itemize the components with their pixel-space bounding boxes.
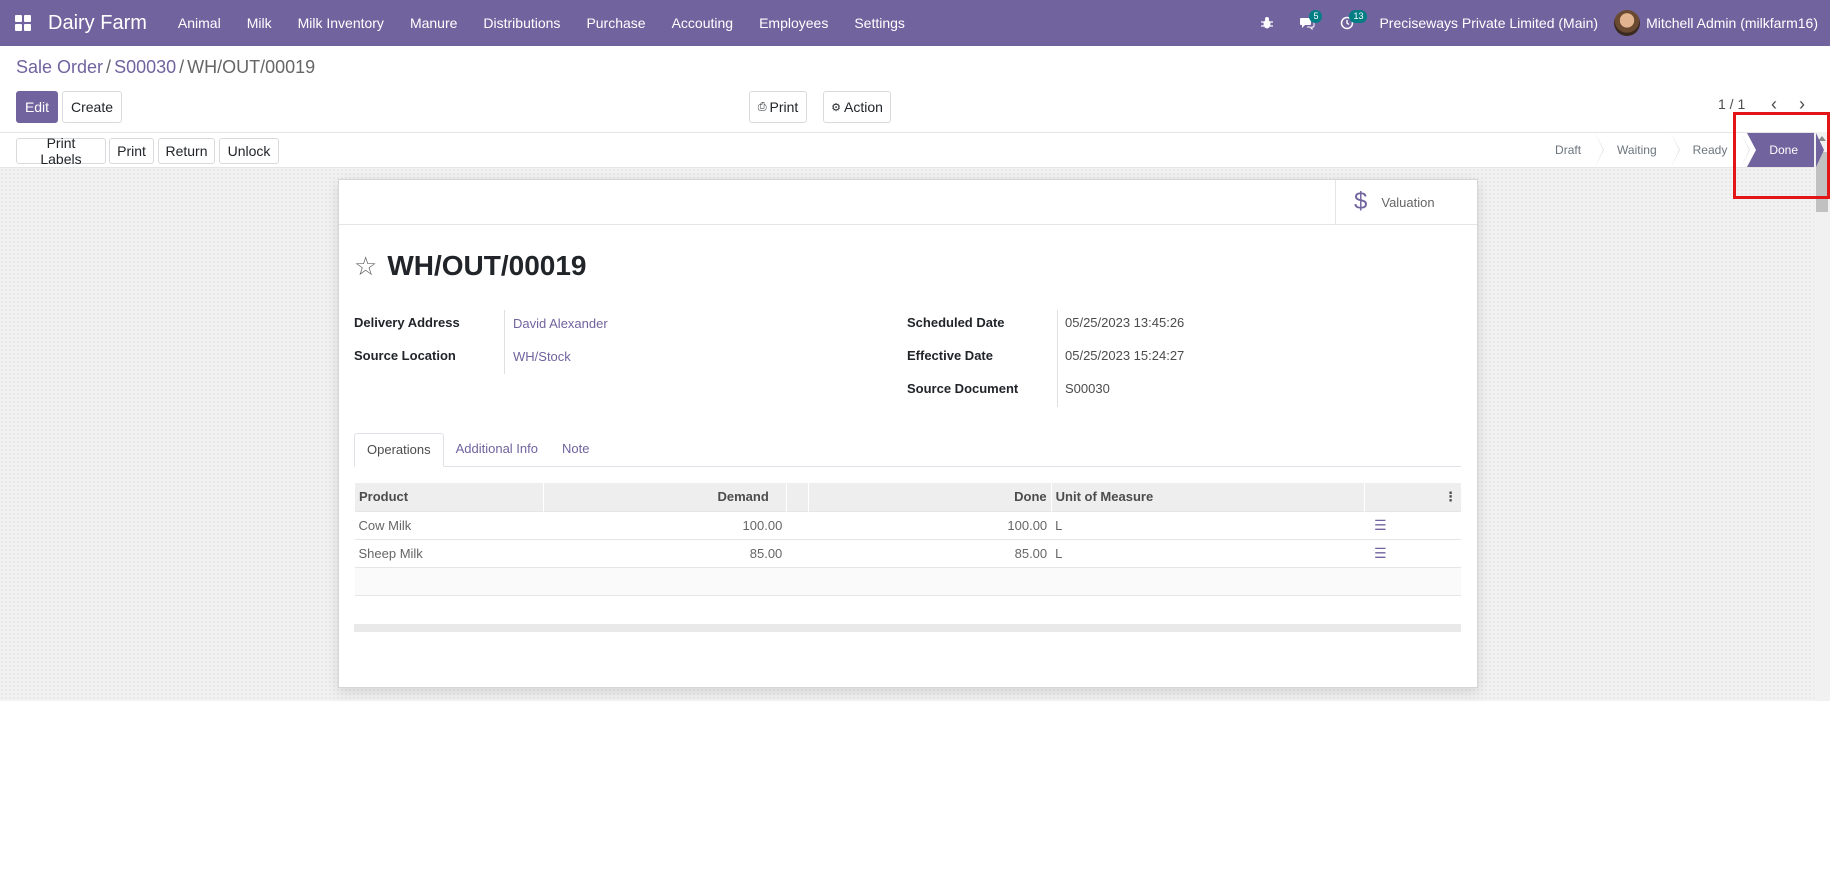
scheduled-date-value: 05/25/2023 13:45:26 [1065,315,1185,330]
print-dropdown-button[interactable]: ⎙ Print [749,91,807,123]
statusbar: Print Labels Print Return Unlock Draft W… [0,132,1830,168]
top-navbar: Dairy Farm Animal Milk Milk Inventory Ma… [0,0,1830,46]
messages-icon[interactable]: 5 [1287,0,1327,46]
operations-table: Product Demand Done Unit of Measure ⋮ Co… [354,483,1461,596]
dollar-icon: $ [1354,188,1368,215]
stage-done[interactable]: Done [1747,133,1824,167]
table-empty-row [354,566,1461,596]
row-spacer [786,538,809,567]
scheduled-date-label: Scheduled Date [907,315,1005,330]
source-document-label: Source Document [907,381,1019,396]
print-dropdown-label: Print [769,99,799,115]
action-dropdown-label: Action [843,99,883,115]
menu-item-manure[interactable]: Manure [397,0,470,46]
source-document-value: S00030 [1065,381,1110,396]
breadcrumb-sale-order-number[interactable]: S00030 [114,57,176,77]
form-background: $ Valuation ☆ WH/OUT/00019 Delivery Addr… [0,168,1814,701]
action-dropdown-button[interactable]: ⚙ Action [823,91,891,123]
right-fields-divider [1057,310,1058,407]
return-button[interactable]: Return [158,138,215,164]
row-done: 100.00 [808,510,1052,539]
pager-value[interactable]: 1 / 1 [1718,96,1745,112]
gear-icon: ⚙ [831,101,841,114]
tab-operations[interactable]: Operations [354,433,444,467]
page-scrollbar[interactable] [1814,132,1830,701]
stage-ready[interactable]: Ready [1671,133,1750,167]
detailed-operations-icon[interactable]: ☰ [1374,517,1387,533]
edit-button[interactable]: Edit [16,91,58,123]
row-product: Cow Milk [354,510,544,539]
table-footer-bar [354,624,1461,632]
star-icon[interactable]: ☆ [354,253,377,279]
detailed-operations-icon[interactable]: ☰ [1374,545,1387,561]
table-row[interactable]: Sheep Milk 85.00 85.00 L ☰ [354,538,1461,567]
menu-item-purchase[interactable]: Purchase [573,0,658,46]
row-uom: L [1051,510,1364,539]
row-spacer [786,510,809,539]
print-labels-button[interactable]: Print Labels [16,135,106,167]
messages-badge: 5 [1309,10,1323,23]
form-sheet: $ Valuation ☆ WH/OUT/00019 Delivery Addr… [338,179,1478,688]
stage-waiting[interactable]: Waiting [1595,133,1680,167]
row-done: 85.00 [808,538,1052,567]
company-switcher[interactable]: Preciseways Private Limited (Main) [1379,15,1598,31]
column-demand[interactable]: Demand [542,483,787,511]
menu-item-distributions[interactable]: Distributions [470,0,573,46]
column-done[interactable]: Done [807,483,1052,511]
delivery-address-value[interactable]: David Alexander [513,316,608,331]
apps-menu-icon[interactable] [0,0,46,46]
create-button[interactable]: Create [62,91,122,123]
table-header-row: Product Demand Done Unit of Measure ⋮ [354,483,1461,511]
breadcrumb-current: WH/OUT/00019 [187,57,316,77]
stage-pipeline: Draft Waiting Ready Done [1533,133,1824,167]
record-title: WH/OUT/00019 [387,250,587,281]
column-product[interactable]: Product [354,483,544,511]
chevron-left-icon[interactable]: ‹ [1764,94,1784,114]
user-name: Mitchell Admin (milkfarm16) [1646,15,1818,31]
activity-clock-icon[interactable]: 13 [1327,0,1368,46]
menu-item-milk-inventory[interactable]: Milk Inventory [285,0,397,46]
bug-icon[interactable] [1247,0,1287,46]
row-product: Sheep Milk [354,538,544,567]
valuation-button[interactable]: $ Valuation [1335,180,1477,224]
smart-button-box: $ Valuation [339,180,1477,225]
effective-date-value: 05/25/2023 15:24:27 [1065,348,1185,363]
menu-item-settings[interactable]: Settings [841,0,918,46]
tab-additional-info[interactable]: Additional Info [444,433,550,467]
tab-note[interactable]: Note [550,433,601,467]
unlock-button[interactable]: Unlock [219,138,279,164]
row-uom: L [1051,538,1364,567]
left-fields-divider [504,310,505,374]
column-options-icon[interactable]: ⋮ [1363,483,1461,511]
main-menu: Animal Milk Milk Inventory Manure Distri… [165,0,918,46]
menu-item-milk[interactable]: Milk [234,0,285,46]
breadcrumb: Sale Order / S00030/WH/OUT/00019 [16,57,316,77]
effective-date-label: Effective Date [907,348,993,363]
delivery-address-label: Delivery Address [354,315,460,330]
source-location-label: Source Location [354,348,456,363]
column-spacer [785,483,809,511]
stage-draft[interactable]: Draft [1533,133,1605,167]
stage-done-label: Done [1769,143,1798,157]
avatar [1614,10,1641,36]
row-demand: 100.00 [543,510,787,539]
menu-item-employees[interactable]: Employees [746,0,841,46]
chevron-right-icon[interactable]: › [1792,94,1812,114]
breadcrumb-sale-order[interactable]: Sale Order [16,57,103,77]
menu-item-accouting[interactable]: Accouting [659,0,746,46]
print-button[interactable]: Print [109,138,154,164]
app-brand[interactable]: Dairy Farm [48,12,147,35]
source-location-value[interactable]: WH/Stock [513,349,571,364]
notebook-tabs: Operations Additional Info Note [354,433,1461,467]
user-menu[interactable]: Mitchell Admin (milkfarm16) [1614,10,1818,36]
menu-item-animal[interactable]: Animal [165,0,234,46]
column-unit-of-measure[interactable]: Unit of Measure [1050,483,1364,511]
row-demand: 85.00 [543,538,787,567]
activity-badge: 13 [1349,10,1368,23]
table-row[interactable]: Cow Milk 100.00 100.00 L ☰ [354,510,1461,539]
printer-icon: ⎙ [757,100,767,113]
valuation-label: Valuation [1381,194,1435,210]
